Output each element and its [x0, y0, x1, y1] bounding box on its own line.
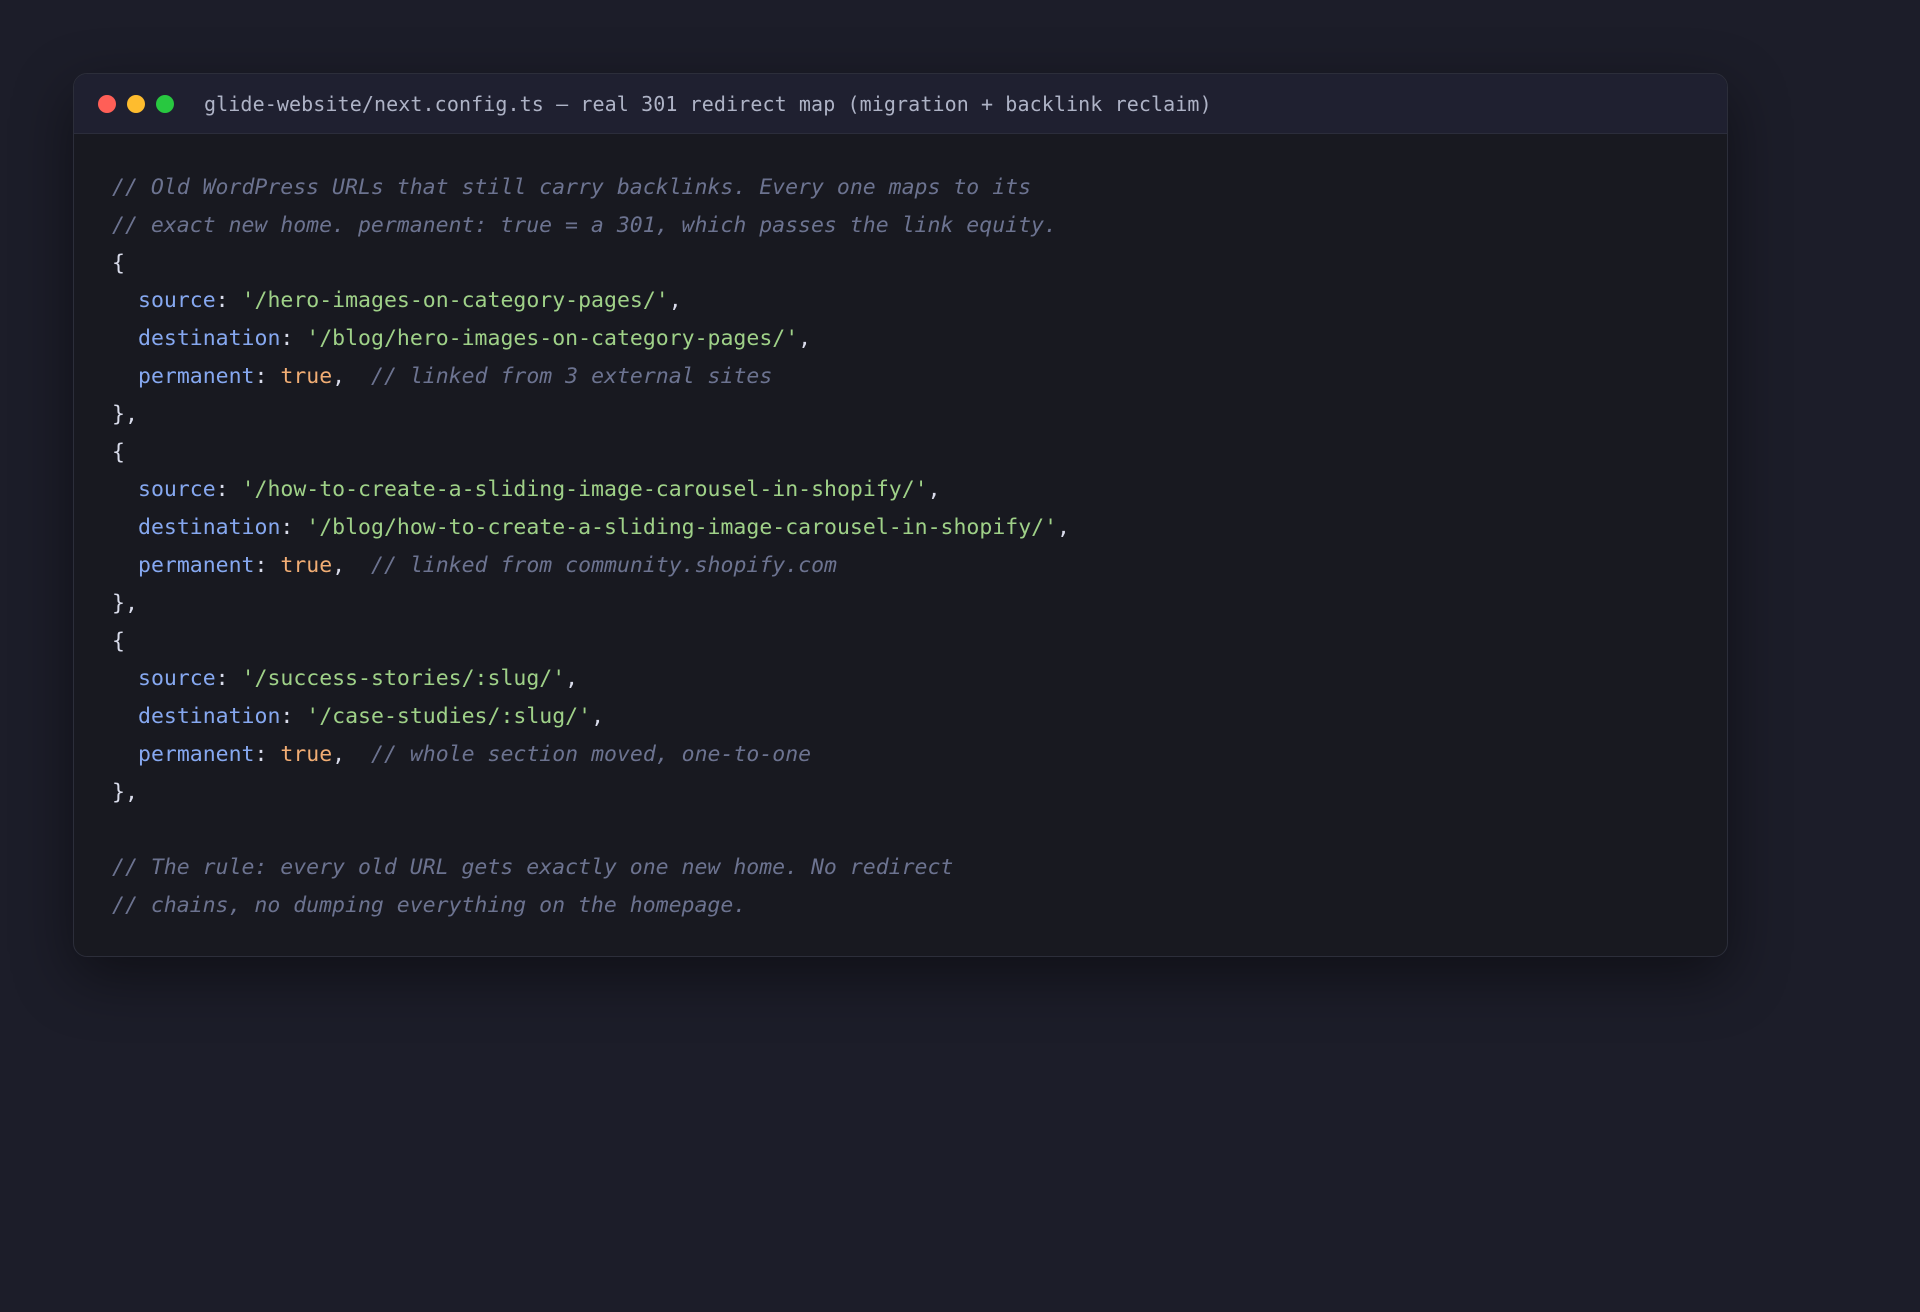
permanent-value: true: [280, 363, 333, 389]
permanent-value: true: [280, 552, 333, 578]
destination-line: destination: '/case-studies/:slug/',: [138, 704, 605, 730]
object-close-brace: },: [112, 401, 138, 427]
code-window: glide-website/next.config.ts — real 301 …: [73, 73, 1728, 957]
window-controls: [98, 94, 174, 113]
permanent-line: permanent: true, // whole section moved,…: [138, 741, 812, 767]
permanent-line: permanent: true, // linked from 3 extern…: [138, 363, 773, 389]
destination-line: destination: '/blog/hero-images-on-categ…: [138, 326, 812, 352]
maximize-button[interactable]: [156, 94, 174, 113]
comment-line: // exact new home. permanent: true = a 3…: [112, 212, 1057, 238]
inline-comment: // whole section moved, one-to-one: [371, 741, 812, 767]
window-title: glide-website/next.config.ts — real 301 …: [204, 91, 1212, 116]
code-editor[interactable]: // Old WordPress URLs that still carry b…: [74, 134, 1727, 925]
permanent-line: permanent: true, // linked from communit…: [138, 552, 838, 578]
inline-comment: // linked from 3 external sites: [371, 363, 773, 389]
source-line: source: '/how-to-create-a-sliding-image-…: [138, 477, 941, 503]
comment-line: // Old WordPress URLs that still carry b…: [112, 175, 1032, 200]
inline-comment: // linked from community.shopify.com: [371, 552, 838, 578]
destination-value: '/blog/how-to-create-a-sliding-image-car…: [306, 515, 1058, 541]
permanent-value: true: [280, 741, 333, 767]
minimize-button[interactable]: [127, 94, 145, 113]
source-line: source: '/hero-images-on-category-pages/…: [138, 288, 682, 314]
source-value: '/how-to-create-a-sliding-image-carousel…: [241, 477, 928, 503]
source-line: source: '/success-stories/:slug/',: [138, 666, 579, 692]
comment-line: // The rule: every old URL gets exactly …: [112, 855, 954, 881]
destination-value: '/case-studies/:slug/': [306, 704, 592, 730]
comment-line: // chains, no dumping everything on the …: [112, 893, 747, 919]
destination-value: '/blog/hero-images-on-category-pages/': [306, 326, 799, 352]
object-close-brace: },: [112, 590, 138, 616]
close-button[interactable]: [98, 94, 116, 113]
object-open-brace: {: [112, 439, 125, 465]
source-value: '/hero-images-on-category-pages/': [241, 288, 669, 314]
object-open-brace: {: [112, 628, 125, 654]
window-titlebar: glide-website/next.config.ts — real 301 …: [74, 74, 1727, 134]
object-close-brace: },: [112, 779, 138, 805]
source-value: '/success-stories/:slug/': [241, 666, 566, 692]
object-open-brace: {: [112, 250, 125, 276]
destination-line: destination: '/blog/how-to-create-a-slid…: [138, 515, 1070, 541]
